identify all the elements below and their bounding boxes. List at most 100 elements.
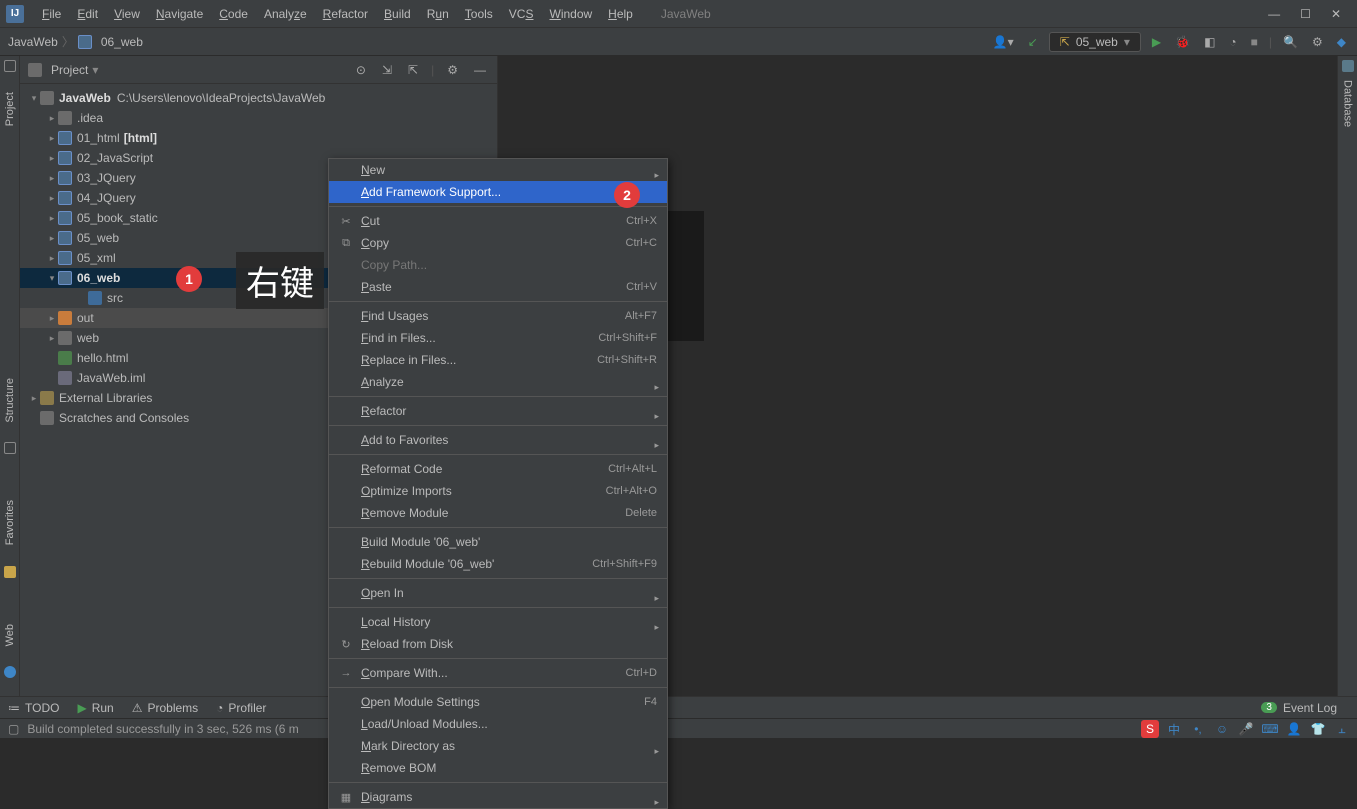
context-menu-item[interactable]: New <box>329 159 667 181</box>
back-icon[interactable]: ↙ <box>1025 35 1041 49</box>
menu-vcs[interactable]: VCS <box>501 7 542 21</box>
debug-icon[interactable]: 🐞 <box>1172 35 1193 49</box>
menu-view[interactable]: View <box>106 7 148 21</box>
menu-analyze[interactable]: Analyze <box>256 7 315 21</box>
menu-tools[interactable]: Tools <box>457 7 501 21</box>
ime-user-icon[interactable]: 👤 <box>1285 720 1303 738</box>
ime-lang-icon[interactable]: 中 <box>1165 720 1183 738</box>
context-menu-item[interactable]: ✂CutCtrl+X <box>329 210 667 232</box>
tab-profiler[interactable]: ◔Profiler <box>216 701 266 715</box>
tree-item-idea[interactable]: .idea <box>20 108 497 128</box>
menu-refactor[interactable]: Refactor <box>315 7 376 21</box>
ime-keyboard-icon[interactable]: ⌨ <box>1261 720 1279 738</box>
chevron-down-icon[interactable]: ▾ <box>92 63 98 77</box>
iml-file-icon <box>58 371 72 385</box>
context-menu-item[interactable]: ↻Reload from Disk <box>329 633 667 655</box>
window-maximize-icon[interactable]: ☐ <box>1300 7 1311 21</box>
ime-emoji-icon[interactable]: ☺ <box>1213 720 1231 738</box>
collapse-all-icon[interactable]: ⇱ <box>405 63 421 77</box>
context-menu-item[interactable]: PasteCtrl+V <box>329 276 667 298</box>
breadcrumb-root[interactable]: JavaWeb <box>8 35 58 49</box>
context-menu-item[interactable]: Analyze <box>329 371 667 393</box>
menu-code[interactable]: Code <box>211 7 256 21</box>
ime-skin-icon[interactable]: 👕 <box>1309 720 1327 738</box>
context-menu-item[interactable]: Open In <box>329 582 667 604</box>
user-icon[interactable]: 👤▾ <box>990 35 1017 49</box>
context-menu-item-label: Diagrams <box>361 790 412 804</box>
context-menu-item[interactable]: ▦Diagrams <box>329 786 667 808</box>
gutter-web-tab[interactable]: Web <box>2 616 18 654</box>
context-menu-item-label: Refactor <box>361 404 406 418</box>
gutter-favorites-icon[interactable] <box>4 566 16 578</box>
gutter-project-tab[interactable]: Project <box>2 84 18 134</box>
context-menu-item[interactable]: Replace in Files...Ctrl+Shift+R <box>329 349 667 371</box>
context-menu-item[interactable]: Add to Favorites <box>329 429 667 451</box>
run-config-label: 05_web <box>1076 35 1118 49</box>
context-menu-item[interactable]: Rebuild Module '06_web'Ctrl+Shift+F9 <box>329 553 667 575</box>
tab-problems[interactable]: ⚠Problems <box>132 701 198 715</box>
context-menu-item[interactable]: →Compare With...Ctrl+D <box>329 662 667 684</box>
context-menu-item[interactable]: Local History <box>329 611 667 633</box>
tab-todo[interactable]: ≔TODO <box>8 701 59 715</box>
gutter-structure-tab[interactable]: Structure <box>2 370 18 431</box>
profile-icon[interactable]: ◔ <box>1226 35 1239 49</box>
ime-punct-icon[interactable]: •, <box>1189 720 1207 738</box>
locate-icon[interactable]: ⊙ <box>353 63 369 77</box>
sync-icon[interactable]: ◆ <box>1334 35 1349 49</box>
run-config-selector[interactable]: ⇱ 05_web ▾ <box>1049 32 1141 52</box>
gutter-favorites-tab[interactable]: Favorites <box>2 492 18 553</box>
window-minimize-icon[interactable]: — <box>1268 7 1280 21</box>
event-log-tab[interactable]: 3 Event Log <box>1261 701 1337 715</box>
menu-window[interactable]: Window <box>541 7 600 21</box>
context-menu-item[interactable]: Remove BOM <box>329 757 667 779</box>
menu-file[interactable]: File <box>34 7 69 21</box>
tree-root[interactable]: JavaWeb C:\Users\lenovo\IdeaProjects\Jav… <box>20 88 497 108</box>
menu-help[interactable]: Help <box>600 7 641 21</box>
gutter-project-icon[interactable] <box>4 60 16 72</box>
hide-icon[interactable]: — <box>471 63 489 77</box>
stop-icon[interactable]: ■ <box>1248 35 1261 49</box>
breadcrumb-module[interactable]: 06_web <box>101 35 143 49</box>
coverage-icon[interactable]: ◧ <box>1201 35 1218 49</box>
gutter-structure-icon[interactable] <box>4 442 16 454</box>
search-icon[interactable]: 🔍 <box>1280 35 1301 49</box>
window-close-icon[interactable]: ✕ <box>1331 7 1341 21</box>
context-menu-separator <box>329 527 667 528</box>
context-menu-item-icon: ✂ <box>339 215 353 228</box>
library-icon <box>40 391 54 405</box>
project-panel-title[interactable]: Project <box>51 63 88 77</box>
context-menu-item[interactable]: Build Module '06_web' <box>329 531 667 553</box>
gear-icon[interactable]: ⚙ <box>444 63 461 77</box>
context-menu-item[interactable]: Reformat CodeCtrl+Alt+L <box>329 458 667 480</box>
gutter-web-icon[interactable] <box>4 666 16 678</box>
status-bar-icon[interactable]: ▢ <box>8 722 19 736</box>
gutter-database-icon[interactable] <box>1342 60 1354 72</box>
context-menu-item[interactable]: Copy Path... <box>329 254 667 276</box>
context-menu-item[interactable]: Remove ModuleDelete <box>329 502 667 524</box>
ime-icon[interactable]: S <box>1141 720 1159 738</box>
run-icon[interactable]: ▶ <box>1149 35 1164 49</box>
menu-run[interactable]: Run <box>419 7 457 21</box>
menu-build[interactable]: Build <box>376 7 419 21</box>
tree-label: out <box>77 311 94 325</box>
menu-edit[interactable]: Edit <box>69 7 106 21</box>
expand-all-icon[interactable]: ⇲ <box>379 63 395 77</box>
gutter-database-tab[interactable]: Database <box>1340 72 1356 135</box>
settings-icon[interactable]: ⚙ <box>1309 35 1326 49</box>
context-menu-item[interactable]: Optimize ImportsCtrl+Alt+O <box>329 480 667 502</box>
menu-navigate[interactable]: Navigate <box>148 7 211 21</box>
scratch-icon <box>40 411 54 425</box>
context-menu-item[interactable]: Mark Directory as <box>329 735 667 757</box>
tree-item-01html[interactable]: 01_html[html] <box>20 128 497 148</box>
ime-toolbox-icon[interactable]: ⫠ <box>1333 720 1351 738</box>
context-menu-item[interactable]: Find UsagesAlt+F7 <box>329 305 667 327</box>
annotation-circle-1: 1 <box>176 266 202 292</box>
context-menu-item[interactable]: Refactor <box>329 400 667 422</box>
breadcrumb[interactable]: JavaWeb 〉 06_web <box>8 33 143 50</box>
context-menu-item[interactable]: Find in Files...Ctrl+Shift+F <box>329 327 667 349</box>
tab-run[interactable]: ▶Run <box>77 701 113 715</box>
context-menu-item[interactable]: Load/Unload Modules... <box>329 713 667 735</box>
ime-mic-icon[interactable]: 🎤 <box>1237 720 1255 738</box>
context-menu-item[interactable]: Open Module SettingsF4 <box>329 691 667 713</box>
context-menu-item[interactable]: ⧉CopyCtrl+C <box>329 232 667 254</box>
